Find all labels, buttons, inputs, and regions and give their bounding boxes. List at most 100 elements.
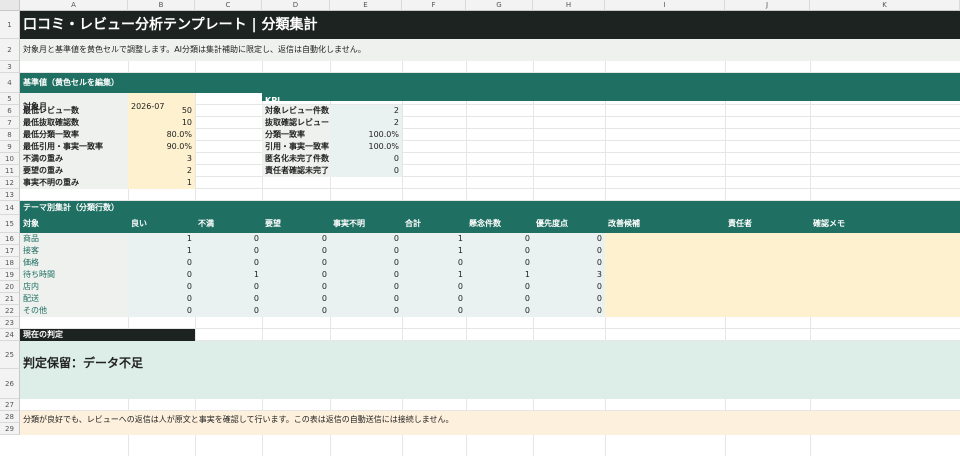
theme-cell[interactable]: 0	[533, 257, 605, 269]
theme-column-header[interactable]: 事実不明	[330, 215, 402, 233]
row-header-15[interactable]: 15	[0, 215, 20, 233]
theme-cell[interactable]: 0	[195, 293, 262, 305]
theme-cell[interactable]: 1	[128, 233, 195, 245]
row-header-21[interactable]: 21	[0, 293, 20, 305]
row-header-28[interactable]: 28	[0, 411, 20, 423]
row-header-3[interactable]: 3	[0, 61, 20, 73]
theme-cell[interactable]: 0	[128, 305, 195, 317]
theme-cell[interactable]: 0	[533, 281, 605, 293]
theme-cell[interactable]: 0	[466, 233, 533, 245]
theme-cell[interactable]: 0	[466, 281, 533, 293]
theme-cell[interactable]: 0	[330, 281, 402, 293]
theme-row-name[interactable]: 価格	[20, 257, 128, 269]
theme-cell[interactable]: 0	[330, 245, 402, 257]
theme-column-header[interactable]: 良い	[128, 215, 195, 233]
theme-cell[interactable]: 0	[402, 293, 466, 305]
row-header-26[interactable]: 26	[0, 369, 20, 399]
theme-cell[interactable]: 0	[262, 293, 330, 305]
theme-cell[interactable]: 0	[533, 293, 605, 305]
theme-cell[interactable]: 1	[128, 245, 195, 257]
row-header-17[interactable]: 17	[0, 245, 20, 257]
theme-cell[interactable]: 0	[533, 245, 605, 257]
theme-cell[interactable]: 1	[402, 233, 466, 245]
row-header-20[interactable]: 20	[0, 281, 20, 293]
row-header-9[interactable]: 9	[0, 141, 20, 153]
theme-cell[interactable]: 0	[330, 269, 402, 281]
setting-value[interactable]: 1	[128, 177, 195, 189]
theme-row-name[interactable]: 商品	[20, 233, 128, 245]
row-header-16[interactable]: 16	[0, 233, 20, 245]
theme-row-name[interactable]: その他	[20, 305, 128, 317]
column-header-D[interactable]: D	[262, 0, 330, 11]
setting-value[interactable]: 3	[128, 153, 195, 165]
theme-cell[interactable]: 1	[195, 269, 262, 281]
column-header-I[interactable]: I	[605, 0, 725, 11]
row-header-4[interactable]: 4	[0, 73, 20, 93]
kpi-value[interactable]: 100.0%	[330, 141, 402, 153]
theme-cell[interactable]: 0	[533, 305, 605, 317]
judgment-value[interactable]: 判定保留：データ不足	[20, 355, 420, 371]
theme-cell[interactable]: 0	[466, 257, 533, 269]
theme-cell[interactable]: 0	[402, 305, 466, 317]
theme-cell[interactable]: 0	[128, 293, 195, 305]
select-all-corner[interactable]	[0, 0, 20, 11]
theme-column-header[interactable]: 優先度点	[533, 215, 605, 233]
theme-cell[interactable]: 1	[402, 269, 466, 281]
theme-cell[interactable]: 3	[533, 269, 605, 281]
row-header-25[interactable]: 25	[0, 341, 20, 369]
row-header-22[interactable]: 22	[0, 305, 20, 317]
theme-column-header[interactable]: 対象	[20, 215, 128, 233]
theme-cell[interactable]: 0	[195, 305, 262, 317]
row-header-12[interactable]: 12	[0, 177, 20, 189]
row-header-13[interactable]: 13	[0, 189, 20, 201]
theme-cell[interactable]: 1	[466, 269, 533, 281]
row-header-19[interactable]: 19	[0, 269, 20, 281]
row-header-29[interactable]: 29	[0, 423, 20, 435]
theme-cell[interactable]: 0	[533, 233, 605, 245]
row-header-7[interactable]: 7	[0, 117, 20, 129]
theme-row-name[interactable]: 接客	[20, 245, 128, 257]
row-header-1[interactable]: 1	[0, 11, 20, 39]
row-header-8[interactable]: 8	[0, 129, 20, 141]
theme-cell[interactable]: 0	[195, 257, 262, 269]
theme-cell[interactable]: 0	[128, 269, 195, 281]
row-header-27[interactable]: 27	[0, 399, 20, 411]
row-header-6[interactable]: 6	[0, 105, 20, 117]
theme-column-header[interactable]: 責任者	[725, 215, 810, 233]
theme-cell[interactable]: 0	[128, 257, 195, 269]
column-header-C[interactable]: C	[195, 0, 262, 11]
theme-cell[interactable]: 0	[195, 233, 262, 245]
footer-note[interactable]: 分類が良好でも、レビューへの返信は人が原文と事実を確認して行います。この表は返信…	[20, 412, 920, 428]
column-header-A[interactable]: A	[20, 0, 128, 11]
kpi-value[interactable]: 2	[330, 117, 402, 129]
theme-column-header[interactable]: 確認メモ	[810, 215, 960, 233]
setting-value[interactable]: 10	[128, 117, 195, 129]
theme-column-header[interactable]: 不満	[195, 215, 262, 233]
kpi-value[interactable]: 0	[330, 165, 402, 177]
setting-value[interactable]: 90.0%	[128, 141, 195, 153]
theme-cell[interactable]: 0	[466, 245, 533, 257]
theme-column-header[interactable]: 合計	[402, 215, 466, 233]
row-header-23[interactable]: 23	[0, 317, 20, 329]
theme-cell[interactable]: 0	[466, 305, 533, 317]
row-header-2[interactable]: 2	[0, 39, 20, 61]
theme-cell[interactable]: 0	[262, 233, 330, 245]
theme-cell[interactable]: 0	[262, 281, 330, 293]
column-header-H[interactable]: H	[533, 0, 605, 11]
row-header-24[interactable]: 24	[0, 329, 20, 341]
column-header-G[interactable]: G	[466, 0, 533, 11]
theme-cell[interactable]: 1	[402, 245, 466, 257]
setting-value[interactable]: 80.0%	[128, 129, 195, 141]
column-header-J[interactable]: J	[725, 0, 810, 11]
theme-cell[interactable]: 0	[128, 281, 195, 293]
theme-cell[interactable]: 0	[262, 245, 330, 257]
column-header-K[interactable]: K	[810, 0, 960, 11]
column-header-F[interactable]: F	[402, 0, 466, 11]
settings-header[interactable]: 基準値（黄色セルを編集）	[20, 73, 320, 93]
column-header-E[interactable]: E	[330, 0, 402, 11]
row-header-14[interactable]: 14	[0, 201, 20, 215]
sheet-note[interactable]: 対象月と基準値を黄色セルで調整します。AI分類は集計補助に限定し、返信は自動化し…	[20, 39, 720, 61]
theme-row-name[interactable]: 店内	[20, 281, 128, 293]
theme-cell[interactable]: 0	[402, 257, 466, 269]
theme-cell[interactable]: 0	[330, 293, 402, 305]
